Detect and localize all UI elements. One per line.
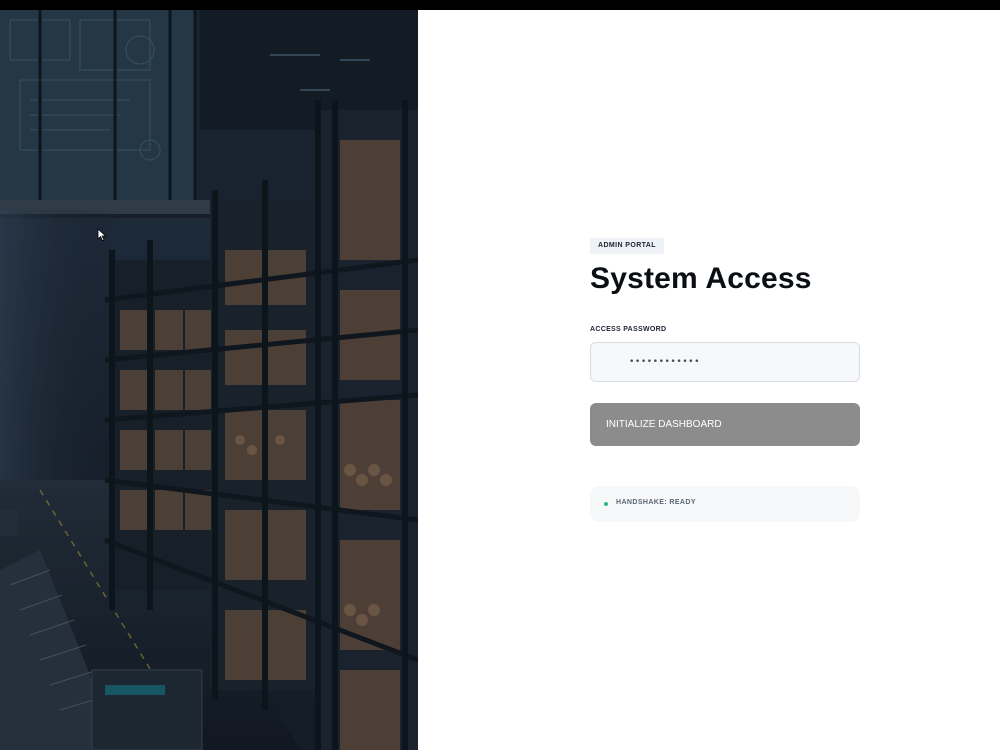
admin-portal-badge: ADMIN PORTAL xyxy=(590,238,664,254)
status-text: HANDSHAKE: READY xyxy=(616,499,696,506)
login-panel: ADMIN PORTAL System Access ACCESS PASSWO… xyxy=(418,10,1000,750)
password-input[interactable] xyxy=(590,342,860,382)
mouse-pointer-icon xyxy=(97,228,107,242)
page-title: System Access xyxy=(590,262,812,295)
initialize-dashboard-button[interactable]: INITIALIZE DASHBOARD xyxy=(590,403,860,446)
warehouse-hero-image xyxy=(0,10,418,750)
top-bar xyxy=(0,0,1000,10)
password-label: ACCESS PASSWORD xyxy=(590,326,667,333)
status-panel: HANDSHAKE: READY xyxy=(590,486,860,522)
status-dot-icon xyxy=(604,502,608,506)
